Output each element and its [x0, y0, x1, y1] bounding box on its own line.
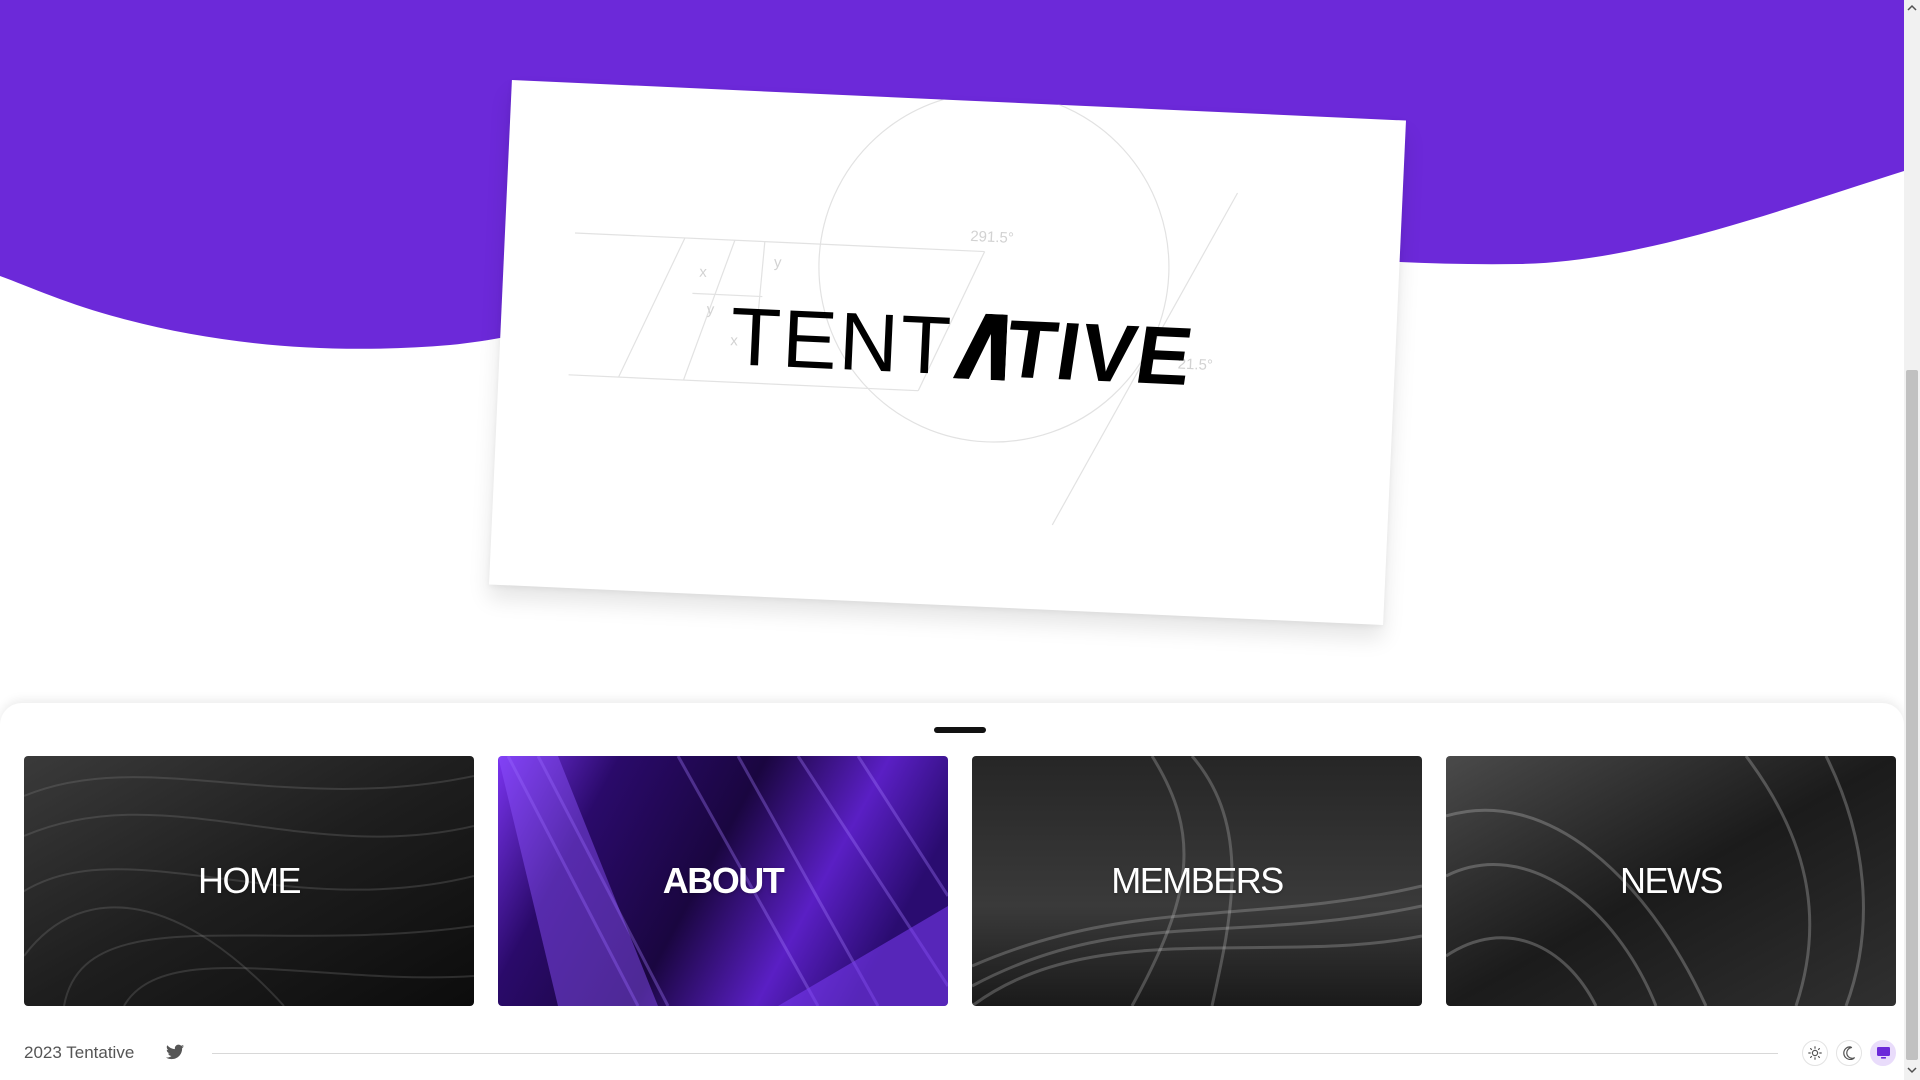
wordmark-bold-part: TIVE [999, 303, 1200, 403]
construction-mark-x: x [699, 264, 708, 281]
nav-tiles: HOME ABOUT MEMBERS NEWS [24, 756, 1896, 1006]
nav-tile-label: HOME [198, 860, 302, 901]
scroll-down-arrow-icon[interactable] [1907, 1066, 1917, 1074]
footer: 2023 Tentative [24, 1033, 1896, 1073]
construction-mark-y: y [774, 254, 783, 271]
nav-tile-home[interactable]: HOME [24, 756, 474, 1006]
theme-dark-button[interactable] [1836, 1040, 1862, 1066]
brand-wordmark: TENT TIVE [728, 291, 1200, 403]
nav-tile-news[interactable]: NEWS [1446, 756, 1896, 1006]
sun-icon [1808, 1046, 1822, 1060]
wordmark-lambda-glyph [952, 313, 1008, 381]
nav-tile-label: MEMBERS [1111, 860, 1284, 901]
logo-card: 291.5° 21.5° x y y x TENT TIVE [489, 79, 1406, 626]
scrollbar-thumb[interactable] [1906, 370, 1918, 1060]
angle-label-top: 291.5° [970, 228, 1014, 247]
page: 291.5° 21.5° x y y x TENT TIVE HOME ABOU… [0, 0, 1920, 1080]
nav-tile-label: NEWS [1620, 860, 1724, 901]
vertical-scrollbar[interactable] [1904, 0, 1920, 1080]
moon-icon [1843, 1046, 1855, 1060]
wordmark-light-part: TENT [728, 291, 955, 393]
theme-system-button[interactable] [1870, 1040, 1896, 1066]
footer-divider [212, 1053, 1778, 1054]
nav-tile-label: ABOUT [662, 860, 785, 901]
construction-mark-y: y [706, 301, 715, 318]
scroll-up-arrow-icon[interactable] [1907, 4, 1917, 12]
theme-switcher [1802, 1038, 1898, 1066]
theme-light-button[interactable] [1802, 1040, 1828, 1066]
monitor-icon [1876, 1047, 1890, 1059]
sheet-drag-handle[interactable] [934, 727, 986, 733]
twitter-icon[interactable] [166, 1044, 184, 1060]
bottom-sheet: HOME ABOUT MEMBERS NEWS 2023 Tentative [0, 703, 1904, 1080]
nav-tile-members[interactable]: MEMBERS [972, 756, 1422, 1006]
nav-tile-about[interactable]: ABOUT [498, 756, 948, 1006]
copyright-text: 2023 Tentative [24, 1043, 135, 1062]
